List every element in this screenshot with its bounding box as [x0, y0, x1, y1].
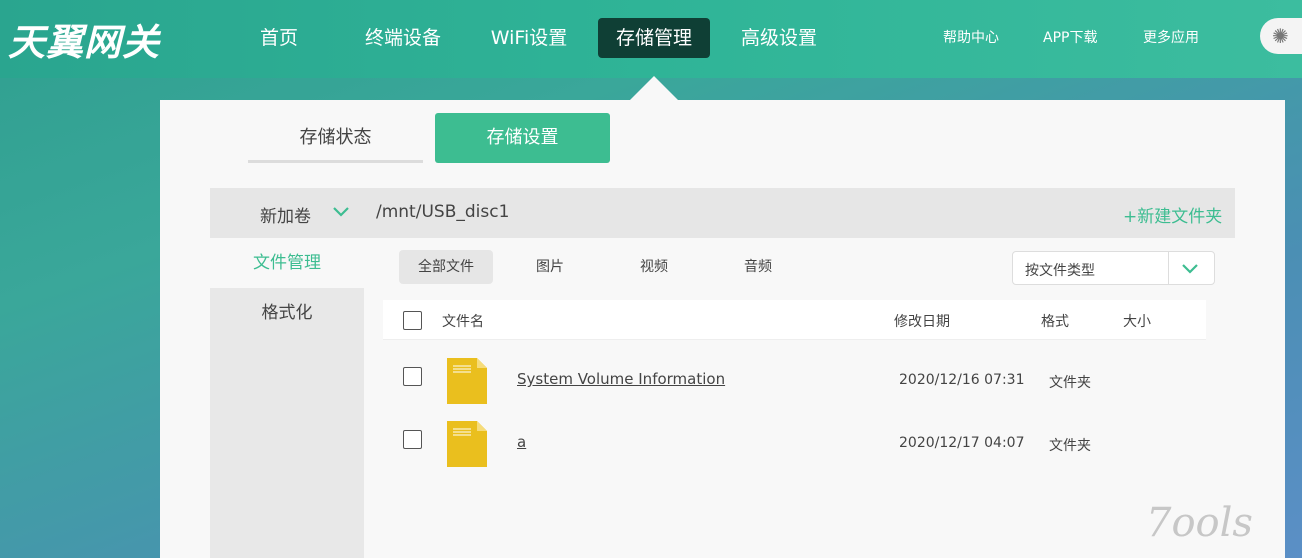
file-name-link[interactable]: a	[517, 433, 526, 451]
storage-sidebar: 文件管理 格式化	[210, 238, 364, 558]
more-apps-link[interactable]: 更多应用	[1143, 27, 1199, 47]
header-modified-date[interactable]: 修改日期	[894, 311, 950, 331]
file-name-link[interactable]: System Volume Information	[517, 370, 725, 388]
select-divider	[1168, 252, 1169, 284]
volume-path: /mnt/USB_disc1	[376, 202, 510, 222]
folder-icon[interactable]	[447, 358, 487, 404]
volume-name[interactable]: 新加卷	[260, 202, 311, 227]
loading-toggle[interactable]: ✺	[1260, 18, 1302, 54]
filter-videos[interactable]: 视频	[614, 250, 694, 284]
sidebar-item-format[interactable]: 格式化	[210, 288, 364, 338]
header-filename[interactable]: 文件名	[442, 311, 484, 331]
filter-audio[interactable]: 音频	[718, 250, 798, 284]
header-size[interactable]: 大小	[1123, 311, 1151, 331]
nav-storage[interactable]: 存储管理	[598, 18, 710, 58]
row-checkbox[interactable]	[403, 430, 422, 449]
select-all-checkbox[interactable]	[403, 311, 422, 330]
app-download-link[interactable]: APP下载	[1043, 27, 1097, 47]
folder-icon[interactable]	[447, 421, 487, 467]
watermark: 7ools	[1146, 500, 1253, 546]
filter-all-files[interactable]: 全部文件	[399, 250, 493, 284]
file-format: 文件夹	[1049, 375, 1091, 391]
filter-images[interactable]: 图片	[510, 250, 590, 284]
tab-storage-settings[interactable]: 存储设置	[435, 113, 610, 163]
nav-advanced[interactable]: 高级设置	[726, 18, 832, 58]
volume-bar: 新加卷 /mnt/USB_disc1 +新建文件夹	[210, 188, 1235, 238]
spinner-icon: ✺	[1272, 24, 1289, 48]
logo[interactable]: 天翼网关	[8, 12, 160, 66]
nav-wifi[interactable]: WiFi设置	[476, 18, 582, 58]
row-checkbox[interactable]	[403, 367, 422, 386]
table-header: 文件名 修改日期 格式 大小	[383, 300, 1206, 340]
tab-storage-status[interactable]: 存储状态	[248, 113, 423, 163]
file-modified-date: 2020/12/16 07:31	[899, 372, 1025, 388]
table-row: System Volume Information 2020/12/16 07:…	[383, 358, 1206, 418]
nav-devices[interactable]: 终端设备	[350, 18, 456, 58]
sidebar-item-file-management[interactable]: 文件管理	[210, 238, 364, 288]
storage-panel: 存储状态 存储设置 新加卷 /mnt/USB_disc1 +新建文件夹 文件管理…	[160, 100, 1285, 558]
file-type-select[interactable]: 按文件类型	[1012, 251, 1215, 285]
table-row: a 2020/12/17 04:07 文件夹	[383, 421, 1206, 481]
help-center-link[interactable]: 帮助中心	[943, 27, 999, 47]
chevron-down-icon[interactable]	[332, 203, 350, 221]
file-format: 文件夹	[1049, 438, 1091, 454]
file-modified-date: 2020/12/17 04:07	[899, 435, 1025, 451]
chevron-down-icon[interactable]	[1181, 260, 1199, 278]
active-nav-pointer	[630, 76, 678, 100]
top-bar: 天翼网关 首页 终端设备 WiFi设置 存储管理 高级设置 帮助中心 APP下载…	[0, 0, 1302, 78]
header-format[interactable]: 格式	[1041, 311, 1069, 331]
new-folder-button[interactable]: +新建文件夹	[1123, 202, 1222, 227]
file-type-select-value: 按文件类型	[1025, 263, 1095, 279]
nav-home[interactable]: 首页	[240, 18, 318, 58]
